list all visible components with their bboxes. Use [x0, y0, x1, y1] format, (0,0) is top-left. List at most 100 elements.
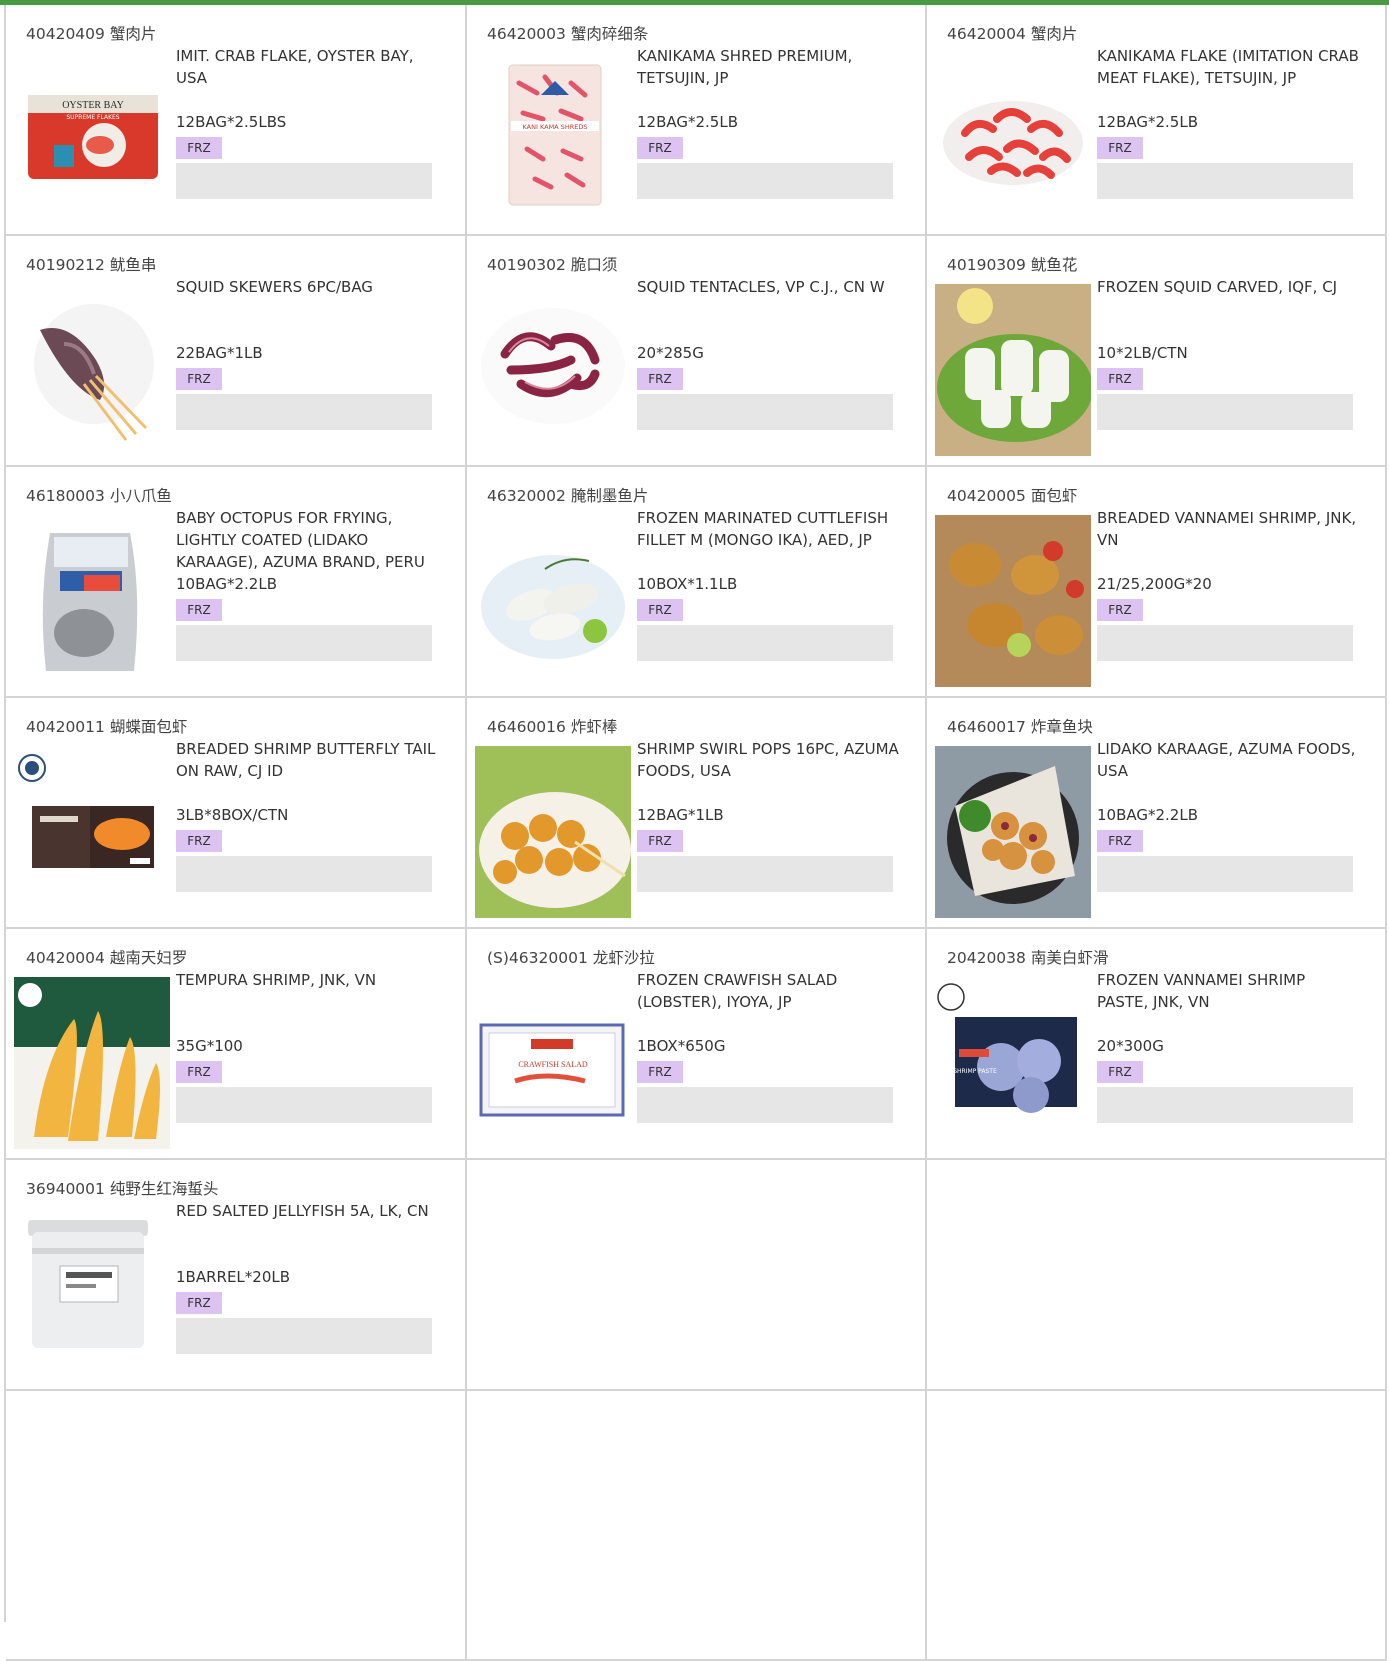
quantity-field[interactable]	[176, 1318, 432, 1354]
product-code: 20420038 南美白虾滑	[947, 949, 1109, 967]
cuttlefish-fillet-image	[475, 515, 631, 687]
quantity-field[interactable]	[637, 394, 893, 430]
product-code: 40190212 鱿鱼串	[26, 256, 157, 274]
quantity-field[interactable]	[637, 856, 893, 892]
product-description: LIDAKO KARAAGE, AZUMA FOODS, USA	[1097, 740, 1356, 780]
product-card[interactable]: 40420005 面包虾 BREADED VANNAMEI SHRIMP, JN…	[927, 467, 1387, 698]
product-description: FROZEN VANNAMEI SHRIMP PASTE, JNK, VN	[1097, 971, 1306, 1011]
storage-badge: FRZ	[1097, 830, 1143, 852]
pack-size: 10BAG*2.2LB	[1097, 806, 1199, 824]
pack-size: 12BAG*2.5LB	[637, 113, 739, 131]
product-card[interactable]: 40420004 越南天妇罗 TEMPURA SHRIMP, JNK, VN 3…	[6, 929, 467, 1160]
quantity-field[interactable]	[637, 625, 893, 661]
kanikama-label: KANI KAMA SHREDS	[523, 123, 588, 131]
product-description: KANIKAMA SHRED PREMIUM, TETSUJIN, JP	[637, 47, 853, 87]
quantity-field[interactable]	[176, 394, 432, 430]
product-description: TEMPURA SHRIMP, JNK, VN	[176, 971, 377, 989]
storage-badge: FRZ	[637, 368, 683, 390]
quantity-field[interactable]	[176, 1087, 432, 1123]
kanikama-shred-bag-image: KANI KAMA SHREDS	[475, 53, 631, 225]
quantity-field[interactable]	[1097, 394, 1353, 430]
product-card[interactable]: 46460017 炸章鱼块 LIDAKO KARAAGE, AZUMA FOOD…	[927, 698, 1387, 929]
pack-size: 21/25,200G*20	[1097, 575, 1212, 593]
quantity-field[interactable]	[1097, 856, 1353, 892]
quantity-field[interactable]	[176, 856, 432, 892]
crawfish-salad-tray-image: CRAWFISH SALAD	[475, 977, 631, 1149]
quantity-field[interactable]	[1097, 1087, 1353, 1123]
empty-cell	[6, 1391, 467, 1661]
storage-badge: FRZ	[1097, 1061, 1143, 1083]
product-card[interactable]: 40190302 脆口须 SQUID TENTACLES, VP C.J., C…	[467, 236, 927, 467]
product-code: 40420011 蝴蝶面包虾	[26, 718, 188, 736]
pack-size: 10*2LB/CTN	[1097, 344, 1188, 362]
product-description: FROZEN SQUID CARVED, IQF, CJ	[1097, 278, 1338, 296]
product-description: SQUID TENTACLES, VP C.J., CN W	[637, 278, 885, 296]
quantity-field[interactable]	[637, 163, 893, 199]
pack-size: 10BOX*1.1LB	[637, 575, 738, 593]
product-card[interactable]: 20420038 南美白虾滑 FROZEN VANNAMEI SHRIMP PA…	[927, 929, 1387, 1160]
quantity-field[interactable]	[176, 163, 432, 199]
product-card[interactable]: 46420003 蟹肉碎细条 KANIKAMA SHRED PREMIUM, T…	[467, 5, 927, 236]
pack-size: 12BAG*2.5LBS	[176, 113, 287, 131]
product-code: 46320002 腌制墨鱼片	[487, 487, 649, 505]
product-card[interactable]: 40190212 鱿鱼串 SQUID SKEWERS 6PC/BAG 22BAG…	[6, 236, 467, 467]
pack-size: 3LB*8BOX/CTN	[176, 806, 289, 824]
product-code: 46420003 蟹肉碎细条	[487, 25, 649, 43]
oyster-bay-label: OYSTER BAY	[62, 100, 124, 111]
shrimp-paste-label: SHRIMP PASTE	[953, 1068, 997, 1075]
product-description: KANIKAMA FLAKE (IMITATION CRAB MEAT FLAK…	[1097, 47, 1359, 87]
product-code: 46460017 炸章鱼块	[947, 718, 1093, 736]
shrimp-pops-image	[475, 746, 631, 918]
octopus-karaage-image	[935, 746, 1091, 918]
squid-carved-image	[935, 284, 1091, 456]
butterfly-shrimp-box-image	[14, 746, 170, 918]
product-code: (S)46320001 龙虾沙拉	[487, 949, 655, 967]
pack-size: 10BAG*2.2LB	[176, 575, 278, 593]
empty-cell	[467, 1391, 927, 1661]
product-code: 46180003 小八爪鱼	[26, 487, 172, 505]
quantity-field[interactable]	[637, 1087, 893, 1123]
storage-badge: FRZ	[637, 830, 683, 852]
quantity-field[interactable]	[176, 625, 432, 661]
product-code: 46460016 炸虾棒	[487, 718, 618, 736]
storage-badge: FRZ	[176, 368, 222, 390]
product-card[interactable]: 46320002 腌制墨鱼片 FROZEN MARINATED CUTTLEFI…	[467, 467, 927, 698]
product-card[interactable]: 40420011 蝴蝶面包虾 BREADED SHRIMP BUTTERFLY …	[6, 698, 467, 929]
product-code: 40190302 脆口须	[487, 256, 618, 274]
empty-cell	[467, 1160, 927, 1391]
product-code: 40420004 越南天妇罗	[26, 949, 188, 967]
product-description: FROZEN MARINATED CUTTLEFISH FILLET M (MO…	[637, 509, 889, 549]
product-card[interactable]: (S)46320001 龙虾沙拉 FROZEN CRAWFISH SALAD (…	[467, 929, 927, 1160]
pack-size: 35G*100	[176, 1037, 243, 1055]
product-card[interactable]: 46420004 蟹肉片 KANIKAMA FLAKE (IMITATION C…	[927, 5, 1387, 236]
pack-size: 1BOX*650G	[637, 1037, 726, 1055]
product-card[interactable]: 46180003 小八爪鱼 BABY OCTOPUS FOR FRYING, L…	[6, 467, 467, 698]
crab-flake-pile-image	[935, 53, 1091, 225]
product-code: 40420005 面包虾	[947, 487, 1078, 505]
storage-badge: FRZ	[176, 137, 222, 159]
product-grid: 40420409 蟹肉片 IMIT. CRAB FLAKE, OYSTER BA…	[4, 5, 1387, 1661]
product-card[interactable]: 40190309 鱿鱼花 FROZEN SQUID CARVED, IQF, C…	[927, 236, 1387, 467]
product-description: FROZEN CRAWFISH SALAD (LOBSTER), IYOYA, …	[637, 971, 838, 1011]
product-card[interactable]: 40420409 蟹肉片 IMIT. CRAB FLAKE, OYSTER BA…	[6, 5, 467, 236]
quantity-field[interactable]	[1097, 625, 1353, 661]
breaded-shrimp-image	[935, 515, 1091, 687]
crab-flake-bag-image: OYSTER BAY SUPREME FLAKES	[14, 53, 170, 225]
product-code: 46420004 蟹肉片	[947, 25, 1078, 43]
jellyfish-barrel-image	[14, 1208, 170, 1380]
product-description: BREADED SHRIMP BUTTERFLY TAIL ON RAW, CJ…	[176, 740, 436, 780]
storage-badge: FRZ	[637, 1061, 683, 1083]
octopus-bag-image	[14, 515, 170, 687]
quantity-field[interactable]	[1097, 163, 1353, 199]
shrimp-paste-box-image: SHRIMP PASTE	[935, 977, 1091, 1149]
pack-size: 1BARREL*20LB	[176, 1268, 291, 1286]
crawfish-label: CRAWFISH SALAD	[518, 1060, 588, 1069]
product-code: 40190309 鱿鱼花	[947, 256, 1078, 274]
product-description: IMIT. CRAB FLAKE, OYSTER BAY, USA	[176, 47, 414, 87]
pack-size: 20*285G	[637, 344, 704, 362]
product-card[interactable]: 36940001 纯野生红海蜇头 RED SALTED JELLYFISH 5A…	[6, 1160, 467, 1391]
product-description: SHRIMP SWIRL POPS 16PC, AZUMA FOODS, USA	[637, 740, 899, 780]
product-code: 40420409 蟹肉片	[26, 25, 157, 43]
product-card[interactable]: 46460016 炸虾棒 SHRIMP SWIRL POPS 16PC, AZU…	[467, 698, 927, 929]
storage-badge: FRZ	[1097, 368, 1143, 390]
